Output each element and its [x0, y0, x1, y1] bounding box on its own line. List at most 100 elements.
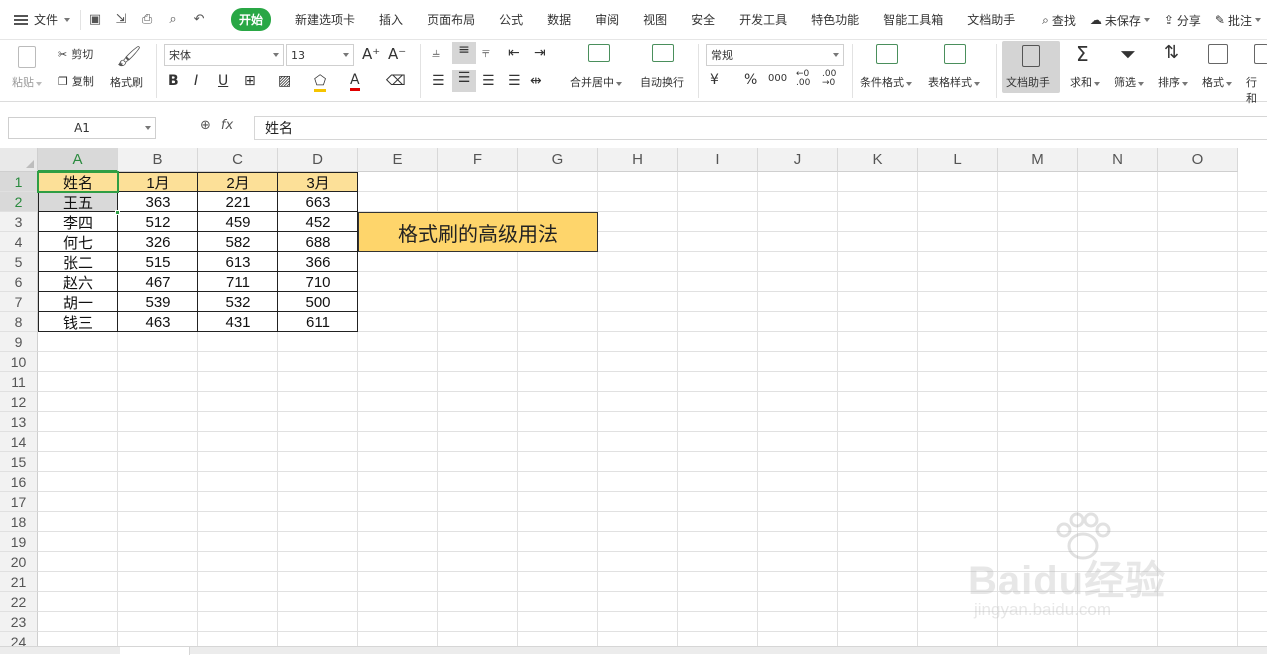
border-icon[interactable]: ⊞	[244, 73, 256, 89]
conditional-format-button[interactable]: 条件格式	[860, 74, 912, 90]
filter-icon[interactable]: ⏷	[1120, 42, 1136, 66]
bold-icon[interactable]: B	[168, 73, 179, 89]
table-style-icon[interactable]	[944, 44, 966, 67]
name-cell[interactable]: 李四	[38, 212, 118, 232]
format-icon[interactable]	[1208, 44, 1228, 67]
row-header-18[interactable]: 18	[0, 512, 38, 532]
value-cell[interactable]: 515	[118, 252, 198, 272]
sort-button[interactable]: 排序	[1158, 74, 1188, 90]
copy-button[interactable]: ❐ 复制	[58, 73, 94, 89]
save-icon[interactable]: ▣	[87, 12, 103, 28]
value-cell[interactable]: 532	[198, 292, 278, 312]
column-header-b[interactable]: B	[118, 148, 198, 172]
tab-view[interactable]: 视图	[631, 0, 679, 40]
number-format-select[interactable]: 常规	[706, 44, 844, 66]
row-header-10[interactable]: 10	[0, 352, 38, 372]
tab-special[interactable]: 特色功能	[799, 0, 871, 40]
cut-button[interactable]: ✂ 剪切	[58, 46, 93, 62]
clear-format-icon[interactable]: ⌫	[386, 73, 406, 89]
tab-formulas[interactable]: 公式	[487, 0, 535, 40]
value-cell[interactable]: 459	[198, 212, 278, 232]
align-center-icon[interactable]: ☰	[452, 70, 476, 92]
row-header-2[interactable]: 2	[0, 192, 38, 212]
row-header-16[interactable]: 16	[0, 472, 38, 492]
font-name-select[interactable]: 宋体	[164, 44, 284, 66]
column-header-l[interactable]: L	[918, 148, 998, 172]
value-cell[interactable]: 366	[278, 252, 358, 272]
tab-review[interactable]: 审阅	[583, 0, 631, 40]
row-header-17[interactable]: 17	[0, 492, 38, 512]
name-cell[interactable]: 何七	[38, 232, 118, 252]
column-header-i[interactable]: I	[678, 148, 758, 172]
name-cell[interactable]: 张二	[38, 252, 118, 272]
percent-icon[interactable]: %	[744, 72, 757, 88]
value-cell[interactable]: 463	[118, 312, 198, 332]
increase-indent-icon[interactable]: ⇥	[534, 45, 546, 61]
row-header-21[interactable]: 21	[0, 572, 38, 592]
name-cell[interactable]: 钱三	[38, 312, 118, 332]
value-cell[interactable]: 539	[118, 292, 198, 312]
column-header-m[interactable]: M	[998, 148, 1078, 172]
row-header-23[interactable]: 23	[0, 612, 38, 632]
align-left-icon[interactable]: ☰	[432, 73, 445, 89]
currency-icon[interactable]: ¥	[710, 72, 719, 88]
title-note-cell[interactable]: 格式刷的高级用法	[358, 212, 598, 252]
conditional-format-icon[interactable]	[876, 44, 898, 67]
format-painter-button[interactable]: 格式刷	[110, 74, 143, 90]
row-header-3[interactable]: 3	[0, 212, 38, 232]
unsaved-button[interactable]: ☁ 未保存	[1090, 12, 1150, 29]
row-header-19[interactable]: 19	[0, 532, 38, 552]
filter-button[interactable]: 筛选	[1114, 74, 1144, 90]
tab-page-layout[interactable]: 页面布局	[415, 0, 487, 40]
doc-assistant-button[interactable]: 文档助手	[1002, 41, 1060, 93]
font-color-icon[interactable]: A	[350, 72, 360, 91]
fill-pattern-icon[interactable]: ▨	[278, 73, 291, 89]
column-header-o[interactable]: O	[1158, 148, 1238, 172]
table-style-button[interactable]: 表格样式	[928, 74, 980, 90]
tab-doc-assistant[interactable]: 文档助手	[955, 0, 1027, 40]
rows-cols-button[interactable]: 行和	[1246, 74, 1267, 106]
tab-insert[interactable]: 插入	[367, 0, 415, 40]
formula-input[interactable]: 姓名	[254, 116, 1267, 140]
value-cell[interactable]: 452	[278, 212, 358, 232]
tab-new[interactable]: 新建选项卡	[283, 0, 367, 40]
name-box[interactable]: A1	[8, 117, 156, 139]
value-cell[interactable]: 663	[278, 192, 358, 212]
name-cell[interactable]: 赵六	[38, 272, 118, 292]
merge-center-icon[interactable]	[588, 44, 610, 66]
value-cell[interactable]: 500	[278, 292, 358, 312]
row-header-1[interactable]: 1	[0, 172, 38, 192]
column-header-j[interactable]: J	[758, 148, 838, 172]
wrap-text-icon[interactable]	[652, 44, 674, 66]
value-cell[interactable]: 711	[198, 272, 278, 292]
value-cell[interactable]: 363	[118, 192, 198, 212]
paste-icon[interactable]	[14, 46, 42, 72]
column-header-a[interactable]: A	[38, 148, 118, 172]
row-header-8[interactable]: 8	[0, 312, 38, 332]
row-header-13[interactable]: 13	[0, 412, 38, 432]
print-preview-icon[interactable]: ⌕	[165, 12, 181, 28]
distributed-icon[interactable]: ⇹	[530, 73, 542, 89]
column-header-d[interactable]: D	[278, 148, 358, 172]
rows-cols-icon[interactable]	[1254, 44, 1267, 67]
column-header-n[interactable]: N	[1078, 148, 1158, 172]
tab-home[interactable]: 开始	[219, 0, 283, 40]
value-cell[interactable]: 431	[198, 312, 278, 332]
row-header-12[interactable]: 12	[0, 392, 38, 412]
value-cell[interactable]: 710	[278, 272, 358, 292]
wrap-text-button[interactable]: 自动换行	[640, 74, 684, 90]
tab-security[interactable]: 安全	[679, 0, 727, 40]
column-header-h[interactable]: H	[598, 148, 678, 172]
search-button[interactable]: ⌕ 查找	[1042, 12, 1076, 29]
sum-icon[interactable]: Σ	[1076, 42, 1089, 66]
value-cell[interactable]: 467	[118, 272, 198, 292]
table-header-cell[interactable]: 3月	[278, 172, 358, 192]
fill-handle[interactable]	[115, 210, 120, 215]
column-header-e[interactable]: E	[358, 148, 438, 172]
tab-developer[interactable]: 开发工具	[727, 0, 799, 40]
value-cell[interactable]: 512	[118, 212, 198, 232]
sum-button[interactable]: 求和	[1070, 74, 1100, 90]
justify-icon[interactable]: ☰	[508, 73, 521, 89]
value-cell[interactable]: 611	[278, 312, 358, 332]
decrease-indent-icon[interactable]: ⇤	[508, 45, 520, 61]
